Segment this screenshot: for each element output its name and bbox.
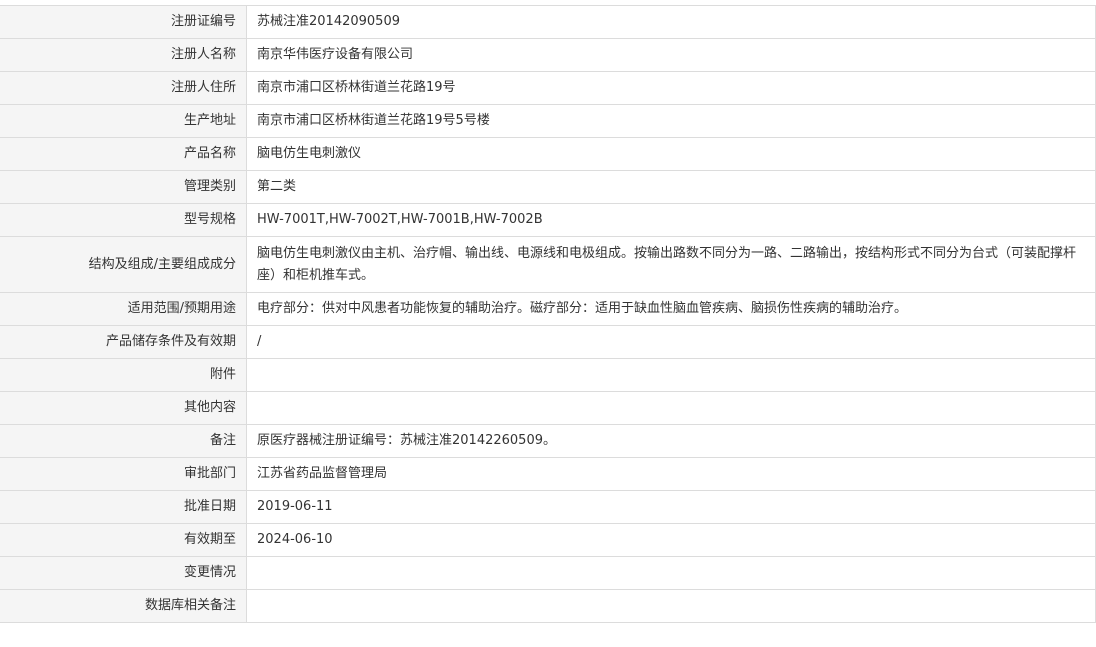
row-value-text: 脑电仿生电刺激仪由主机、治疗帽、输出线、电源线和电极组成。按输出路数不同分为一路…: [257, 245, 1077, 283]
row-value-text: 脑电仿生电刺激仪: [257, 146, 362, 161]
table-row: 结构及组成/主要组成成分 脑电仿生电刺激仪由主机、治疗帽、输出线、电源线和电极组…: [0, 236, 1096, 293]
row-label: 适用范围/预期用途: [0, 292, 247, 326]
row-value: HW-7001T,HW-7002T,HW-7001B,HW-7002B: [246, 203, 1096, 237]
row-label: 注册人住所: [0, 71, 247, 105]
row-value-text: 南京市浦口区桥林街道兰花路19号5号楼: [257, 113, 490, 128]
row-value-text: 原医疗器械注册证编号：苏械注准20142260509。: [257, 433, 556, 448]
table-row: 注册人名称 南京华伟医疗设备有限公司: [0, 38, 1096, 72]
row-value: 脑电仿生电刺激仪: [246, 137, 1096, 171]
row-label: 有效期至: [0, 523, 247, 557]
row-value-text: HW-7001T,HW-7002T,HW-7001B,HW-7002B: [257, 212, 543, 227]
table-row: 其他内容: [0, 391, 1096, 425]
row-label: 管理类别: [0, 170, 247, 204]
row-value: 脑电仿生电刺激仪由主机、治疗帽、输出线、电源线和电极组成。按输出路数不同分为一路…: [246, 236, 1096, 293]
row-value-text: 江苏省药品监督管理局: [257, 466, 388, 481]
table-row: 产品储存条件及有效期 /: [0, 325, 1096, 359]
row-label: 批准日期: [0, 490, 247, 524]
row-value: 2019-06-11: [246, 490, 1096, 524]
row-value: 第二类: [246, 170, 1096, 204]
row-label: 附件: [0, 358, 247, 392]
table-row: 备注 原医疗器械注册证编号：苏械注准20142260509。: [0, 424, 1096, 458]
table-row: 注册人住所 南京市浦口区桥林街道兰花路19号: [0, 71, 1096, 105]
table-row: 适用范围/预期用途 电疗部分：供对中风患者功能恢复的辅助治疗。磁疗部分：适用于缺…: [0, 292, 1096, 326]
row-value-text: 2019-06-11: [257, 499, 333, 514]
row-label: 产品储存条件及有效期: [0, 325, 247, 359]
row-label: 数据库相关备注: [0, 589, 247, 623]
row-value-text: [257, 403, 1085, 413]
row-value-text: [257, 568, 1085, 578]
row-label: 其他内容: [0, 391, 247, 425]
row-value-text: 2024-06-10: [257, 532, 333, 547]
row-value: [246, 391, 1096, 425]
row-label: 审批部门: [0, 457, 247, 491]
row-value-text: 南京华伟医疗设备有限公司: [257, 47, 414, 62]
row-value: [246, 556, 1096, 590]
row-value: 南京市浦口区桥林街道兰花路19号: [246, 71, 1096, 105]
table-row: 生产地址 南京市浦口区桥林街道兰花路19号5号楼: [0, 104, 1096, 138]
row-value-text: 苏械注准20142090509: [257, 14, 400, 29]
table-row: 型号规格 HW-7001T,HW-7002T,HW-7001B,HW-7002B: [0, 203, 1096, 237]
row-value-text: 电疗部分：供对中风患者功能恢复的辅助治疗。磁疗部分：适用于缺血性脑血管疾病、脑损…: [257, 301, 908, 316]
row-value: 南京市浦口区桥林街道兰花路19号5号楼: [246, 104, 1096, 138]
row-value-text: 南京市浦口区桥林街道兰花路19号: [257, 80, 456, 95]
row-value: 南京华伟医疗设备有限公司: [246, 38, 1096, 72]
row-value-text: [257, 370, 1085, 380]
row-value: 苏械注准20142090509: [246, 5, 1096, 39]
table-row: 附件: [0, 358, 1096, 392]
row-label: 注册证编号: [0, 5, 247, 39]
table-row: 批准日期 2019-06-11: [0, 490, 1096, 524]
row-value: 江苏省药品监督管理局: [246, 457, 1096, 491]
registration-detail-table: 注册证编号 苏械注准20142090509 注册人名称 南京华伟医疗设备有限公司…: [0, 5, 1096, 623]
table-row: 数据库相关备注: [0, 589, 1096, 623]
table-row: 审批部门 江苏省药品监督管理局: [0, 457, 1096, 491]
row-value: [246, 589, 1096, 623]
row-value: [246, 358, 1096, 392]
row-value: 2024-06-10: [246, 523, 1096, 557]
row-value-text: [257, 601, 1085, 611]
row-label: 结构及组成/主要组成成分: [0, 236, 247, 293]
row-label: 生产地址: [0, 104, 247, 138]
row-label: 型号规格: [0, 203, 247, 237]
row-label: 注册人名称: [0, 38, 247, 72]
row-value: 原医疗器械注册证编号：苏械注准20142260509。: [246, 424, 1096, 458]
table-row: 注册证编号 苏械注准20142090509: [0, 5, 1096, 39]
table-row: 有效期至 2024-06-10: [0, 523, 1096, 557]
row-value: /: [246, 325, 1096, 359]
table-row: 管理类别 第二类: [0, 170, 1096, 204]
row-value: 电疗部分：供对中风患者功能恢复的辅助治疗。磁疗部分：适用于缺血性脑血管疾病、脑损…: [246, 292, 1096, 326]
row-label: 产品名称: [0, 137, 247, 171]
row-value-text: 第二类: [257, 179, 297, 194]
table-row: 产品名称 脑电仿生电刺激仪: [0, 137, 1096, 171]
row-label: 变更情况: [0, 556, 247, 590]
row-label: 备注: [0, 424, 247, 458]
table-row: 变更情况: [0, 556, 1096, 590]
row-value-text: /: [257, 334, 262, 349]
